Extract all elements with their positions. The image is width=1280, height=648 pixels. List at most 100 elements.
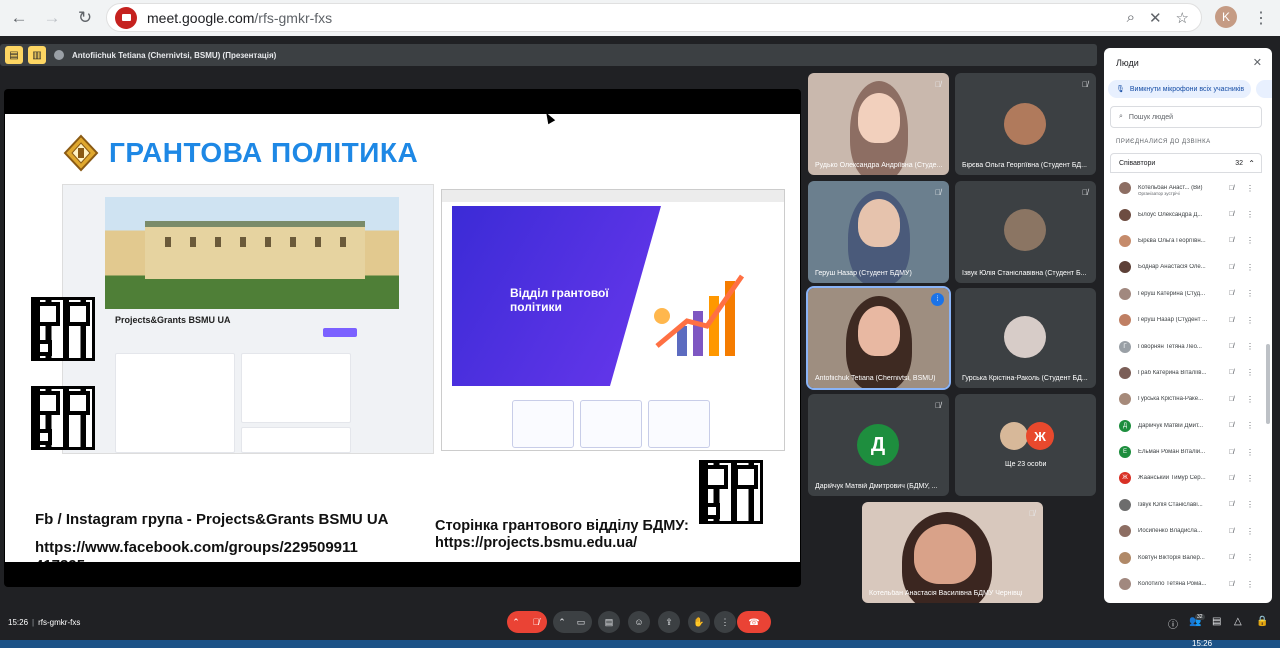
participant-row[interactable]: Йосипенко Владисла... 🎙̸ ⋮ xyxy=(1110,518,1262,544)
add-people-button[interactable] xyxy=(1256,80,1272,98)
people-icon[interactable]: 👥 32 xyxy=(1189,614,1205,627)
more-options-icon[interactable]: ⋮ xyxy=(1246,210,1254,219)
url-host: meet.google.com xyxy=(147,9,255,26)
mic-toggle-button[interactable]: 🎙̸ xyxy=(525,611,547,633)
scrollbar[interactable] xyxy=(1266,344,1270,424)
reload-button[interactable]: ↻ xyxy=(71,4,99,32)
captions-button[interactable]: ▤ xyxy=(598,611,620,633)
participant-name: Йосипенко Владисла... xyxy=(1138,528,1203,535)
participant-row[interactable]: Ж Жаанський Тимур Сер... 🎙̸ ⋮ xyxy=(1110,465,1262,491)
people-panel-title: Люди xyxy=(1116,58,1139,68)
more-options-icon[interactable]: ⋮ xyxy=(1246,527,1254,536)
participant-tile[interactable]: 🎙̸ Рудько Олександра Андріївна (Студе... xyxy=(808,73,949,175)
participant-tile[interactable]: ⁞ Antofiichuk Tetiana (Chernivtsi, BSMU) xyxy=(806,286,951,390)
close-panel-icon[interactable]: ✕ xyxy=(1253,56,1262,69)
more-options-icon[interactable]: ⋮ xyxy=(1246,395,1254,404)
mic-off-icon: 🎙̸ xyxy=(1228,316,1234,324)
more-options-icon[interactable]: ⋮ xyxy=(1246,289,1254,298)
participant-row[interactable]: Котельбан Анаст... (Ви) Організатор зустр… xyxy=(1110,175,1262,201)
address-bar[interactable]: meet.google.com/rfs-gmkr-fxs ⌕ ✕ ☆ xyxy=(106,3,1202,32)
self-view-tile[interactable]: 🎙̸ Котельбан Анастасія Василівна БДМУ Че… xyxy=(862,502,1043,603)
back-button[interactable]: ← xyxy=(5,4,33,32)
contributors-group[interactable]: Співавтори 32 ⌃ xyxy=(1110,153,1262,173)
browser-menu-icon[interactable]: ⋮ xyxy=(1253,8,1269,28)
url-text[interactable]: meet.google.com/rfs-gmkr-fxs xyxy=(147,10,332,26)
leave-call-button[interactable]: ☎ xyxy=(737,611,771,633)
presenter-label: Antofiichuk Tetiana (Chernivtsi, BSMU) (… xyxy=(72,50,277,60)
participant-name: Гурська Крістіна-Раке... xyxy=(1138,396,1204,403)
more-options-icon[interactable]: ⋮ xyxy=(1246,342,1254,351)
info-icon[interactable]: ⓘ xyxy=(1168,616,1178,631)
more-options-icon[interactable]: ⋮ xyxy=(1246,500,1254,509)
mute-all-button[interactable]: 🎙 Вимкнути мікрофони всіх учасників xyxy=(1108,80,1251,98)
forward-button[interactable]: → xyxy=(38,4,66,32)
present-button[interactable]: ⇪ xyxy=(658,611,680,633)
participant-name: Бірєва Ольга Георгіївн... xyxy=(1138,237,1206,244)
mic-off-icon: 🎙̸ xyxy=(935,401,941,410)
activities-icon[interactable]: △ xyxy=(1234,616,1242,627)
more-options-icon[interactable]: ⋮ xyxy=(1246,580,1254,589)
participant-row[interactable]: Геруш Назар (Студент ... 🎙̸ ⋮ xyxy=(1110,307,1262,333)
participant-row[interactable]: Е Ельман Роман Віталій... 🎙̸ ⋮ xyxy=(1110,439,1262,465)
reactions-button[interactable]: ☺ xyxy=(628,611,650,633)
participant-row[interactable]: Геруш Катерина (Студ... 🎙̸ ⋮ xyxy=(1110,281,1262,307)
participant-avatar xyxy=(1004,103,1046,145)
more-options-icon[interactable]: ⋮ xyxy=(1246,421,1254,430)
search-people-input[interactable]: ⌕ Пошук людей xyxy=(1110,106,1262,128)
participant-name: Ізвук Юлія Станіславі... xyxy=(1138,501,1203,508)
participant-tile[interactable]: 🎙̸ Бірєва Ольга Георгіївна (Студент БД..… xyxy=(955,73,1096,175)
chevron-up-icon[interactable]: ⌃ xyxy=(1248,159,1255,168)
more-options-icon[interactable]: ⋮ xyxy=(1246,184,1254,193)
more-options-icon[interactable]: ⋮ xyxy=(1246,263,1254,272)
participant-avatar xyxy=(1119,182,1131,195)
participant-row[interactable]: Д Дарійчук Матвій Дмит... 🎙̸ ⋮ xyxy=(1110,413,1262,439)
participant-tile[interactable]: Д 🎙̸ Дарійчук Матвій Дмитрович (БДМУ, ..… xyxy=(808,394,949,496)
participant-tile[interactable]: 🎙̸ Ізвук Юлія Станіславівна (Студент Б..… xyxy=(955,181,1096,283)
participant-letter-avatar: Д xyxy=(857,424,899,466)
participant-avatar xyxy=(1119,578,1131,591)
zoom-icon[interactable]: ⌕ xyxy=(1127,9,1135,27)
fb-media-card xyxy=(241,427,351,453)
more-options-icon[interactable]: ⋮ xyxy=(1246,368,1254,377)
profile-avatar[interactable]: K xyxy=(1215,6,1237,28)
participant-row[interactable]: Бірєва Ольга Георгіївн... 🎙̸ ⋮ xyxy=(1110,228,1262,254)
mic-options-button[interactable]: ⌃ xyxy=(507,611,525,633)
more-options-icon[interactable]: ⋮ xyxy=(1246,474,1254,483)
chat-icon[interactable]: ▤ xyxy=(1212,616,1221,627)
participant-row[interactable]: Г Говорнян Тетяна Лео... 🎙̸ ⋮ xyxy=(1110,333,1262,359)
more-options-icon[interactable]: ⋮ xyxy=(1246,553,1254,562)
layout-icon[interactable]: ▤ xyxy=(5,46,23,64)
participant-name: Дарійчук Матвій Дмит... xyxy=(1138,422,1204,429)
raise-hand-button[interactable]: ✋ xyxy=(688,611,710,633)
website-hero-title: Відділ грантової політики xyxy=(510,286,609,315)
participant-row[interactable]: Ковтун Вікторія Валер... 🎙̸ ⋮ xyxy=(1110,544,1262,570)
camera-options-button[interactable]: ⌃ xyxy=(553,611,571,633)
participant-name: Колотило Тетяна Рома... xyxy=(1138,581,1207,588)
more-options-icon[interactable]: ⋮ xyxy=(1246,316,1254,325)
participant-row[interactable]: Граб Катерина Віталіїв... 🎙̸ ⋮ xyxy=(1110,360,1262,386)
more-options-button[interactable]: ⋮ xyxy=(714,611,736,633)
participant-name: Ізвук Юлія Станіславівна (Студент Б... xyxy=(962,270,1087,277)
mic-off-icon: 🎙̸ xyxy=(1228,422,1234,430)
participant-row[interactable]: Боднар Анастасія Оле... 🎙̸ ⋮ xyxy=(1110,254,1262,280)
participant-row[interactable]: Білоус Олександра Д... 🎙̸ ⋮ xyxy=(1110,201,1262,227)
participant-name: Рудько Олександра Андріївна (Студе... xyxy=(815,162,943,169)
mic-off-icon: 🎙̸ xyxy=(1228,263,1234,271)
camera-toggle-button[interactable]: ▭ xyxy=(570,611,592,633)
participant-row[interactable]: Гурська Крістіна-Раке... 🎙̸ ⋮ xyxy=(1110,386,1262,412)
participant-row[interactable]: Ізвук Юлія Станіславі... 🎙̸ ⋮ xyxy=(1110,492,1262,518)
meeting-time: 15:26 xyxy=(8,618,29,627)
more-options-icon[interactable]: ⋮ xyxy=(1246,236,1254,245)
close-icon[interactable]: ✕ xyxy=(1149,9,1162,27)
participant-tile[interactable]: Гурська Крістіна-Раколь (Студент БД... xyxy=(955,288,1096,388)
more-participants-tile[interactable]: Ж Ще 23 особи xyxy=(955,394,1096,496)
bookmark-star-icon[interactable]: ☆ xyxy=(1176,9,1189,27)
host-controls-icon[interactable]: 🔒 xyxy=(1256,616,1268,627)
pin-icon[interactable]: ▥ xyxy=(28,46,46,64)
mic-off-icon: 🎙 xyxy=(1116,86,1125,93)
more-options-icon[interactable]: ⋮ xyxy=(1246,448,1254,457)
participant-tile[interactable]: 🎙̸ Геруш Назар (Студент БДМУ) xyxy=(808,181,949,283)
participant-avatar xyxy=(1000,422,1028,450)
participant-row[interactable]: Колотило Тетяна Рома... 🎙̸ ⋮ xyxy=(1110,571,1262,597)
mic-off-icon: 🎙̸ xyxy=(1228,184,1234,192)
